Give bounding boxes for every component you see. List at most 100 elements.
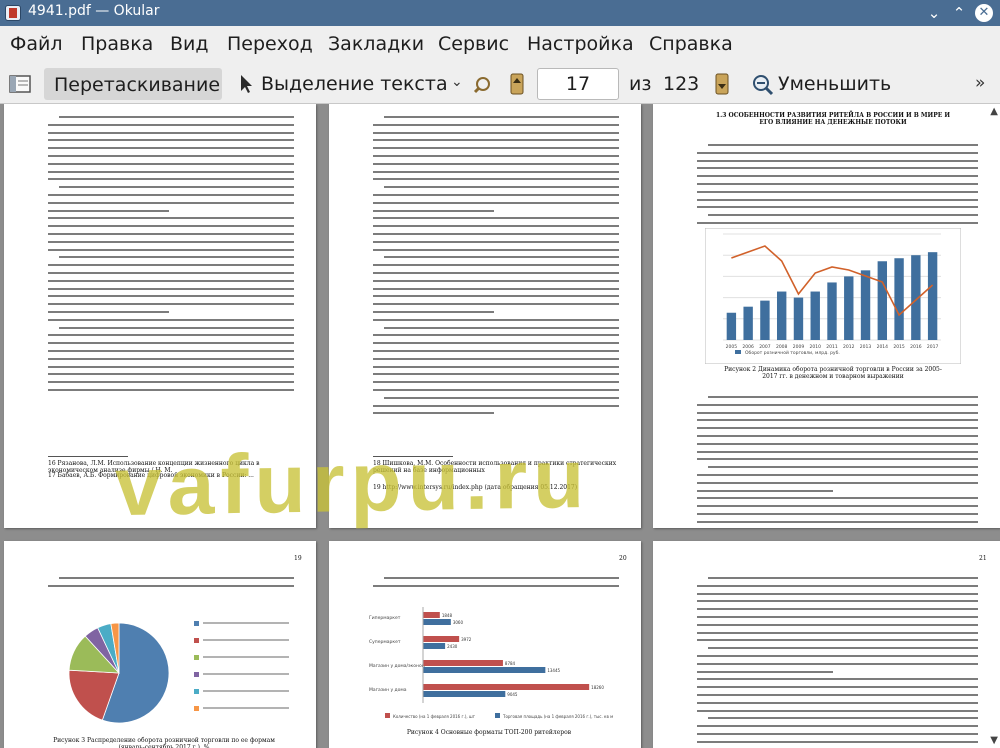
text-line: [48, 365, 294, 368]
maximize-window-icon[interactable]: ⌃: [950, 4, 968, 22]
shade-window-icon[interactable]: ⌄: [925, 4, 943, 22]
text-line: [697, 584, 978, 587]
text-line: [373, 295, 619, 298]
text-line: [697, 670, 834, 673]
text-line: [708, 647, 978, 650]
legend-swatch: [495, 713, 500, 718]
menu-view[interactable]: Вид: [170, 33, 209, 55]
next-page-icon[interactable]: [714, 73, 730, 95]
text-line: [373, 373, 619, 376]
x-tick-label: 2006: [742, 344, 754, 350]
text-line: [373, 123, 619, 126]
page-thumbnail-right[interactable]: 1.3 ОСОБЕННОСТИ РАЗВИТИЯ РИТЕЙЛА В РОССИ…: [653, 104, 1000, 528]
drag-mode-button[interactable]: Перетаскивание: [44, 68, 222, 100]
text-line: [373, 264, 619, 267]
page-total-label: 123: [663, 73, 700, 95]
close-window-button[interactable]: ✕: [975, 4, 993, 22]
x-tick-label: 2010: [810, 344, 822, 350]
text-line: [697, 489, 834, 492]
menu-bar: Файл Правка Вид Переход Закладки Сервис …: [0, 26, 1000, 64]
legend-swatch: [194, 638, 199, 643]
text-line: [697, 592, 978, 595]
scroll-down-icon[interactable]: ▼: [990, 735, 998, 746]
x-tick-label: 2016: [910, 344, 922, 350]
data-label: 13445: [547, 668, 560, 673]
menu-edit[interactable]: Правка: [81, 33, 153, 55]
page-thumbnail-bottom-left[interactable]: 19 Рисунок 3 Распределение оборота розни…: [4, 541, 316, 748]
text-line: [697, 151, 978, 154]
text-line: [48, 295, 294, 298]
text-line: [697, 662, 978, 665]
menu-go[interactable]: Переход: [227, 33, 313, 55]
y-category-label: Магазин у дома/эконом: [369, 663, 425, 669]
chart-bar: [810, 291, 820, 340]
menu-settings[interactable]: Настройка: [527, 33, 634, 55]
figure-caption: Рисунок 2 Динамика оборота розничной тор…: [724, 366, 942, 380]
text-line: [697, 427, 978, 430]
page-number: 19: [294, 555, 302, 562]
legend-swatch: [194, 672, 199, 677]
text-line: [373, 381, 619, 384]
chart-bar: [844, 276, 854, 340]
previous-page-icon[interactable]: [509, 73, 525, 95]
menu-tools[interactable]: Сервис: [438, 33, 509, 55]
text-line: [373, 287, 619, 290]
text-line: [48, 225, 294, 228]
text-line: [697, 442, 978, 445]
text-line: [697, 505, 978, 508]
text-line: [48, 303, 294, 306]
text-line: [373, 131, 619, 134]
text-line: [48, 201, 294, 204]
retailer-formats-chart: Гипермаркет 18483060 Супермаркет 39722430 Ма…: [369, 607, 613, 719]
text-line: [697, 709, 978, 712]
zoom-out-icon[interactable]: [752, 74, 774, 96]
document-viewport[interactable]: 16 Рязанова, Л.М. Использование концепци…: [0, 104, 1000, 748]
x-tick-label: 2005: [726, 344, 738, 350]
text-line: [697, 686, 978, 689]
text-line: [697, 616, 978, 618]
legend-swatch: [735, 350, 741, 354]
legend-swatch: [194, 621, 199, 626]
text-line: [697, 183, 978, 185]
text-line: [48, 264, 294, 267]
scroll-up-icon[interactable]: ▲: [990, 106, 998, 117]
text-line: [708, 717, 978, 720]
main-toolbar: Перетаскивание Выделение текста ⌄ 17 из …: [0, 64, 1000, 104]
text-line: [697, 725, 978, 728]
text-line: [697, 198, 978, 201]
sidebar-toggle-icon[interactable]: [9, 75, 31, 93]
text-line: [697, 639, 978, 642]
text-line: [384, 396, 619, 399]
text-select-button[interactable]: Выделение текста: [261, 73, 448, 95]
y-category-label: Гипермаркет: [369, 615, 401, 621]
more-actions-icon[interactable]: »: [975, 73, 985, 93]
menu-bookmarks[interactable]: Закладки: [328, 33, 424, 55]
text-line: [48, 209, 169, 212]
x-tick-label: 2012: [843, 344, 855, 350]
chart-bar: [423, 636, 460, 642]
chevron-down-icon[interactable]: ⌄: [451, 74, 463, 90]
text-line: [48, 178, 294, 181]
text-line: [48, 155, 294, 157]
page-thumbnail-bottom-right[interactable]: 21: [653, 541, 1000, 748]
cursor-arrow-icon: [241, 75, 252, 93]
legend-swatch: [194, 689, 199, 694]
text-line: [373, 201, 619, 204]
page-number-input[interactable]: 17: [537, 68, 619, 100]
text-line: [59, 116, 294, 118]
text-line: [384, 116, 619, 118]
chart-bar: [743, 306, 753, 340]
text-line: [373, 389, 619, 391]
page-thumbnail-bottom-center[interactable]: 20 Гипермаркет 1848 3060 Супермаркет 3972 243…: [329, 541, 641, 748]
legend-swatch: [194, 655, 199, 660]
page-number: 21: [979, 555, 987, 562]
okular-app-icon[interactable]: [5, 5, 21, 21]
text-line: [697, 678, 978, 681]
menu-file[interactable]: Файл: [10, 33, 63, 55]
text-line: [697, 403, 978, 406]
x-tick-label: 2013: [860, 344, 872, 350]
window-titlebar: 4941.pdf — Okular ⌄ ⌃ ✕: [0, 0, 1000, 26]
menu-help[interactable]: Справка: [649, 33, 733, 55]
zoom-tool-icon[interactable]: [472, 74, 494, 94]
zoom-out-button[interactable]: Уменьшить: [778, 73, 891, 95]
